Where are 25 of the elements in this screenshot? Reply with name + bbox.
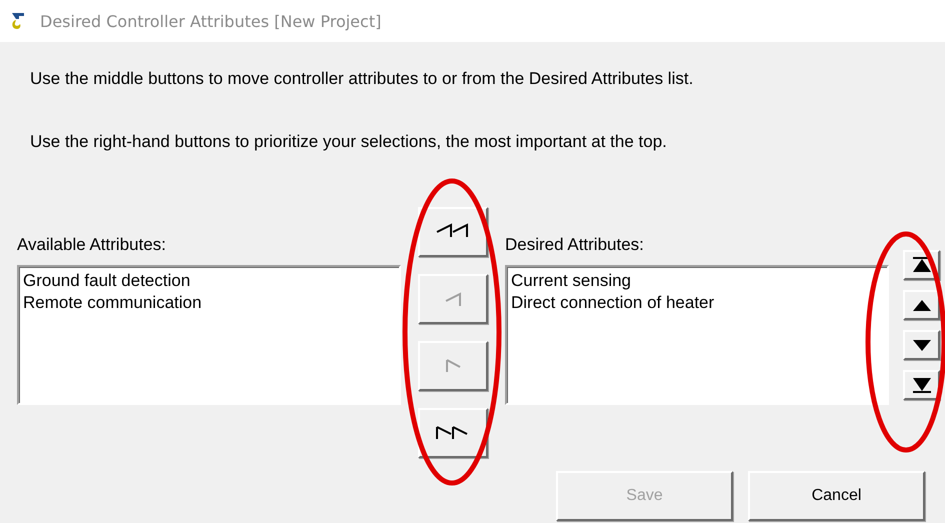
reorder-button[interactable] — [903, 330, 940, 360]
list-item[interactable]: Direct connection of heater — [511, 292, 883, 314]
double-right-arrow-icon — [436, 426, 468, 440]
list-label: Desired Attributes: — [505, 236, 645, 254]
double-left-arrow-icon — [436, 223, 468, 237]
move-to-top-icon — [912, 257, 930, 272]
up-triangle-icon — [912, 300, 930, 311]
reorder-button[interactable] — [903, 290, 940, 320]
list-item[interactable]: Current sensing — [511, 270, 883, 292]
list-label: Available Attributes: — [17, 236, 167, 254]
move-button[interactable] — [418, 207, 488, 257]
window-title: Desired Controller Attributes [New Project] — [40, 12, 382, 30]
app-logo-icon — [10, 11, 26, 31]
available-list[interactable]: Ground fault detection Remote communication — [17, 265, 401, 405]
desired-list[interactable]: Current sensing Direct connection of heater — [505, 265, 889, 405]
list-item[interactable]: Remote communication — [23, 292, 395, 314]
move-to-bottom-icon — [912, 378, 930, 393]
instruction-text: Use the middle buttons to move controller attributes to or from the Desired Attributes list. — [29, 70, 694, 88]
cancel-button[interactable]: Cancel — [748, 471, 925, 521]
reorder-button[interactable] — [903, 370, 940, 400]
right-arrow-icon — [446, 359, 461, 373]
list-item[interactable]: Ground fault detection — [23, 270, 395, 292]
move-button[interactable] — [418, 408, 488, 458]
down-triangle-icon — [912, 340, 930, 351]
instruction-text: Use the right-hand buttons to prioritize your selections, the most important at the top. — [29, 133, 668, 151]
